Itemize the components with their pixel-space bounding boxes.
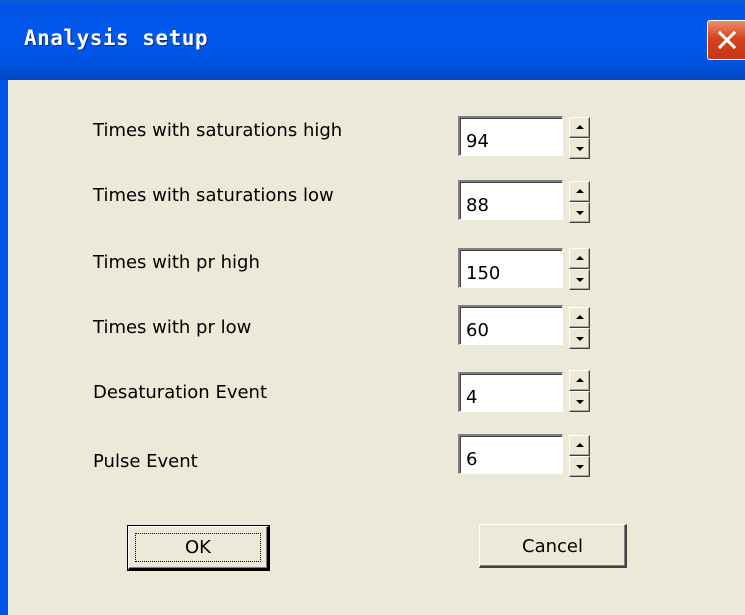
pr-low-up-button[interactable] xyxy=(569,307,590,328)
saturations-high-input[interactable] xyxy=(458,116,563,156)
saturations-high-label: Times with saturations high xyxy=(93,120,343,141)
saturations-high-up-button[interactable] xyxy=(569,117,590,138)
pulse-event-up-button[interactable] xyxy=(569,435,590,456)
spin-down-arrow-icon xyxy=(576,147,584,151)
pr-high-down-button[interactable] xyxy=(569,269,590,290)
desaturation-event-spinner[interactable] xyxy=(569,370,590,412)
spin-up-arrow-icon xyxy=(576,315,584,319)
spin-down-arrow-icon xyxy=(576,465,584,469)
close-button[interactable] xyxy=(707,20,745,60)
desaturation-event-up-button[interactable] xyxy=(569,370,590,391)
pr-low-down-button[interactable] xyxy=(569,328,590,349)
cancel-button-label: Cancel xyxy=(522,536,583,557)
spin-up-arrow-icon xyxy=(576,125,584,129)
analysis-setup-dialog: Analysis setup Times with saturations hi… xyxy=(0,0,745,615)
pr-high-spinner[interactable] xyxy=(569,248,590,290)
desaturation-event-input[interactable] xyxy=(458,372,563,412)
spin-up-arrow-icon xyxy=(576,189,584,193)
spin-down-arrow-icon xyxy=(576,211,584,215)
spin-up-arrow-icon xyxy=(576,256,584,260)
window-left-border xyxy=(0,80,8,615)
saturations-high-spinner[interactable] xyxy=(569,117,590,159)
saturations-low-input[interactable] xyxy=(458,180,563,220)
pr-low-label: Times with pr low xyxy=(93,317,252,338)
saturations-low-spinner[interactable] xyxy=(569,181,590,223)
spin-up-arrow-icon xyxy=(576,378,584,382)
ok-button[interactable]: OK xyxy=(127,525,270,571)
pulse-event-input[interactable] xyxy=(458,434,563,474)
spin-down-arrow-icon xyxy=(576,337,584,341)
pulse-event-down-button[interactable] xyxy=(569,456,590,477)
spin-up-arrow-icon xyxy=(576,443,584,447)
pr-low-spinner[interactable] xyxy=(569,307,590,349)
ok-button-label: OK xyxy=(185,537,211,558)
pulse-event-label: Pulse Event xyxy=(93,451,198,472)
pulse-event-spinner[interactable] xyxy=(569,435,590,477)
pr-high-input[interactable] xyxy=(458,248,563,288)
saturations-low-label: Times with saturations low xyxy=(93,185,334,206)
close-icon xyxy=(717,30,737,50)
pr-high-label: Times with pr high xyxy=(93,252,260,273)
spin-down-arrow-icon xyxy=(576,278,584,282)
spin-down-arrow-icon xyxy=(576,400,584,404)
saturations-high-down-button[interactable] xyxy=(569,138,590,159)
window-title: Analysis setup xyxy=(24,26,209,50)
cancel-button[interactable]: Cancel xyxy=(479,524,627,568)
pr-high-up-button[interactable] xyxy=(569,248,590,269)
pr-low-input[interactable] xyxy=(458,305,563,345)
desaturation-event-down-button[interactable] xyxy=(569,391,590,412)
saturations-low-up-button[interactable] xyxy=(569,181,590,202)
saturations-low-down-button[interactable] xyxy=(569,202,590,223)
desaturation-event-label: Desaturation Event xyxy=(93,382,268,403)
title-bar[interactable]: Analysis setup xyxy=(0,0,745,80)
